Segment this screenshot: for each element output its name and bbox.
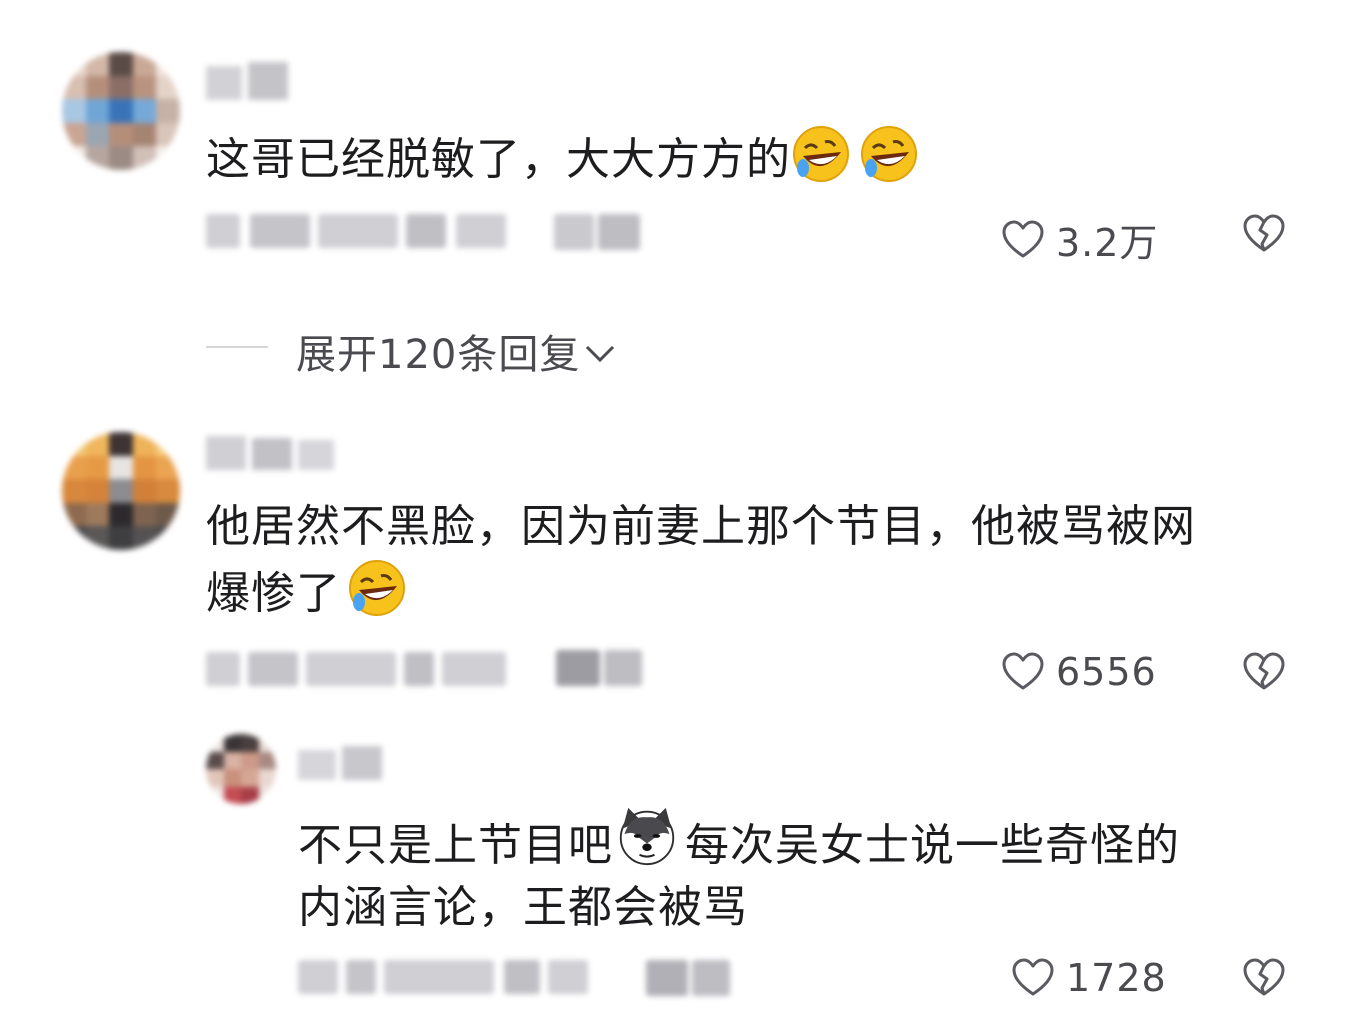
like-button[interactable]: 6556 bbox=[1002, 650, 1157, 694]
heart-icon bbox=[1002, 220, 1044, 260]
like-button[interactable]: 3.2万 bbox=[1002, 212, 1158, 267]
like-count: 3.2万 bbox=[1056, 221, 1159, 265]
username[interactable] bbox=[298, 746, 382, 782]
comment-meta bbox=[206, 214, 506, 248]
expand-replies-button[interactable]: 展开120条回复 bbox=[296, 322, 616, 380]
comment-meta bbox=[298, 960, 588, 994]
heart-icon bbox=[1012, 958, 1054, 998]
broken-heart-icon[interactable] bbox=[1243, 652, 1285, 692]
chevron-down-icon bbox=[584, 328, 616, 374]
like-count: 6556 bbox=[1056, 650, 1157, 694]
reply-button[interactable] bbox=[646, 960, 730, 996]
username[interactable] bbox=[206, 436, 334, 472]
broken-heart-icon[interactable] bbox=[1243, 214, 1285, 254]
rofl-emoji bbox=[347, 558, 407, 618]
divider bbox=[206, 346, 268, 348]
reply-text: 不只是上节目吧 每次吴女士说一些奇怪的 内涵言论，王都会被骂 bbox=[298, 806, 1180, 939]
comment-text: 他居然不黑脸，因为前妻上那个节目，他被骂被网 爆惨了 bbox=[206, 501, 1196, 619]
rofl-emoji bbox=[859, 124, 919, 184]
reply-button[interactable] bbox=[554, 214, 640, 250]
broken-heart-icon[interactable] bbox=[1243, 958, 1285, 998]
like-button[interactable]: 1728 bbox=[1012, 956, 1167, 1000]
username[interactable] bbox=[206, 60, 288, 102]
husky-dog-emoji bbox=[617, 806, 681, 870]
rofl-emoji bbox=[791, 124, 851, 184]
avatar[interactable] bbox=[62, 52, 180, 170]
reply-button[interactable] bbox=[556, 650, 642, 686]
heart-icon bbox=[1002, 652, 1044, 692]
comment-meta bbox=[206, 652, 506, 686]
comment-text: 这哥已经脱敏了，大大方方的 bbox=[206, 124, 919, 191]
avatar[interactable] bbox=[62, 432, 180, 550]
like-count: 1728 bbox=[1066, 956, 1167, 1000]
avatar[interactable] bbox=[206, 734, 276, 804]
